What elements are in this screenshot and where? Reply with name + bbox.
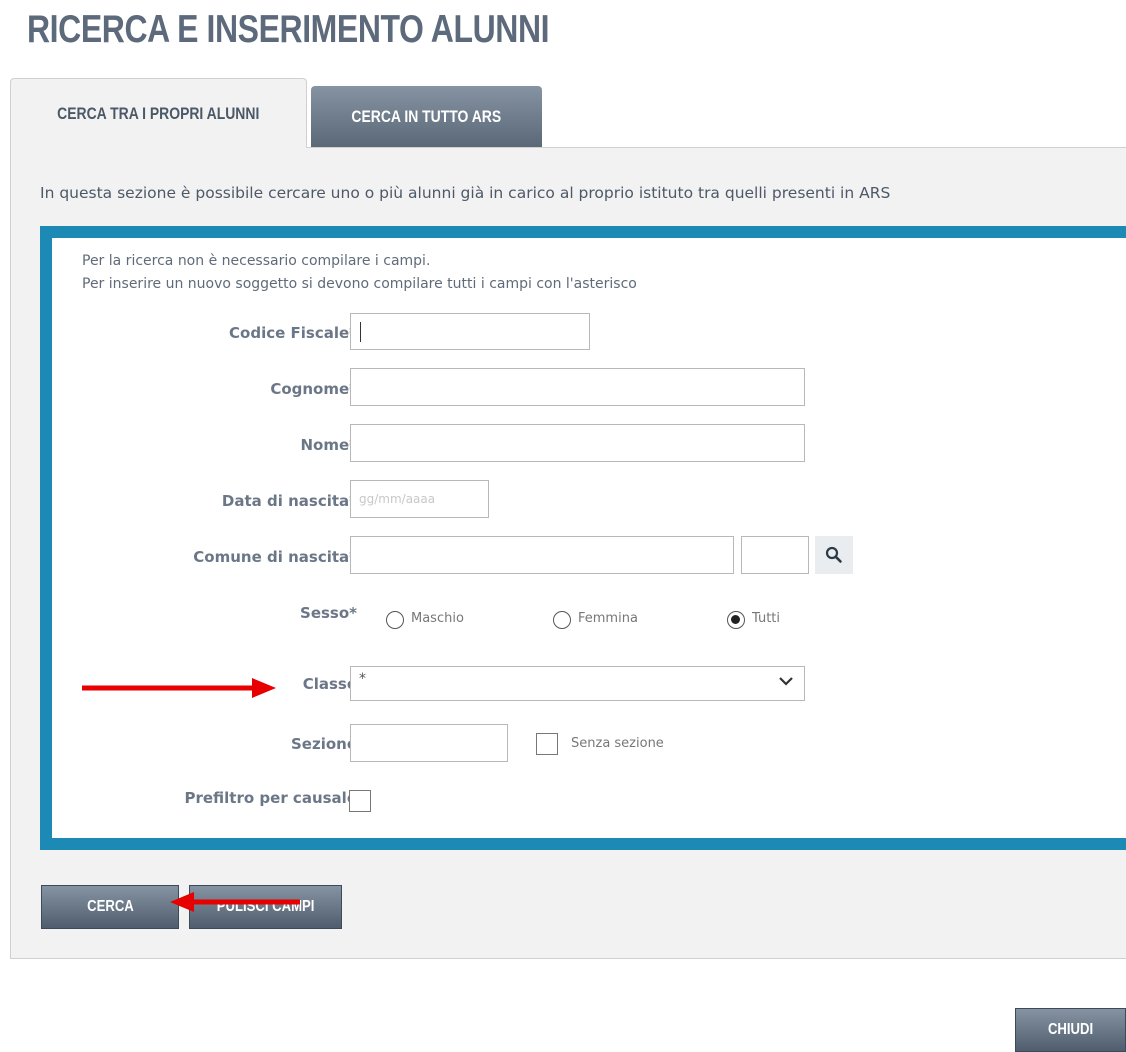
classe-selected-value: * bbox=[359, 671, 366, 687]
annotation-arrow-left-icon bbox=[170, 892, 300, 912]
radio-selected-dot bbox=[731, 615, 740, 624]
sezione-input[interactable] bbox=[350, 724, 508, 762]
radio-maschio[interactable] bbox=[386, 611, 404, 629]
data-nascita-input[interactable] bbox=[350, 480, 489, 518]
radio-tutti-label: Tutti bbox=[752, 611, 781, 626]
tab-cerca-tutto-ars[interactable]: CERCA IN TUTTO ARS bbox=[311, 86, 542, 148]
page-title: RICERCA E INSERIMENTO ALUNNI bbox=[27, 8, 550, 51]
search-form: Per la ricerca non è necessario compilar… bbox=[40, 226, 1126, 850]
comune-search-button[interactable] bbox=[815, 536, 853, 574]
chevron-down-icon bbox=[779, 677, 793, 686]
data-nascita-label: Data di nascita* bbox=[221, 492, 357, 510]
radio-femmina[interactable] bbox=[553, 611, 571, 629]
classe-select[interactable]: * bbox=[350, 666, 805, 701]
radio-tutti[interactable] bbox=[727, 611, 745, 629]
chiudi-button[interactable]: CHIUDI bbox=[1015, 1008, 1126, 1052]
form-note-2: Per inserire un nuovo soggetto si devono… bbox=[82, 276, 637, 292]
annotation-arrow-right-icon bbox=[82, 678, 276, 698]
provincia-input[interactable] bbox=[741, 536, 809, 574]
classe-label: Classe bbox=[302, 675, 357, 693]
sesso-label: Sesso* bbox=[300, 604, 357, 622]
cerca-button[interactable]: CERCA bbox=[41, 885, 179, 929]
comune-nascita-input[interactable] bbox=[350, 536, 734, 574]
chiudi-button-label: CHIUDI bbox=[1047, 1021, 1094, 1038]
cerca-button-label: CERCA bbox=[86, 898, 134, 915]
radio-maschio-label: Maschio bbox=[411, 611, 464, 626]
codice-fiscale-label: Codice Fiscale* bbox=[229, 324, 357, 342]
cognome-label: Cognome* bbox=[270, 380, 357, 398]
sezione-label: Sezione bbox=[290, 735, 357, 753]
tab-panel: In questa sezione è possibile cercare un… bbox=[10, 147, 1126, 959]
cognome-input[interactable] bbox=[350, 368, 805, 406]
codice-fiscale-input[interactable] bbox=[350, 313, 590, 350]
search-icon bbox=[825, 546, 842, 563]
prefiltro-checkbox[interactable] bbox=[349, 790, 371, 812]
nome-input[interactable] bbox=[350, 424, 805, 462]
nome-label: Nome* bbox=[300, 436, 357, 454]
text-caret bbox=[360, 322, 361, 342]
tab-label: CERCA TRA I PROPRI ALUNNI bbox=[57, 103, 260, 123]
radio-femmina-label: Femmina bbox=[578, 611, 638, 626]
senza-sezione-label: Senza sezione bbox=[571, 736, 664, 751]
comune-nascita-label: Comune di nascita* bbox=[193, 548, 357, 566]
senza-sezione-checkbox[interactable] bbox=[536, 733, 558, 755]
section-description: In questa sezione è possibile cercare un… bbox=[40, 184, 891, 202]
tab-label: CERCA IN TUTTO ARS bbox=[351, 107, 502, 126]
prefiltro-label: Prefiltro per causale bbox=[184, 789, 357, 807]
tab-cerca-propri-alunni[interactable]: CERCA TRA I PROPRI ALUNNI bbox=[10, 78, 307, 148]
form-note-1: Per la ricerca non è necessario compilar… bbox=[82, 253, 431, 269]
